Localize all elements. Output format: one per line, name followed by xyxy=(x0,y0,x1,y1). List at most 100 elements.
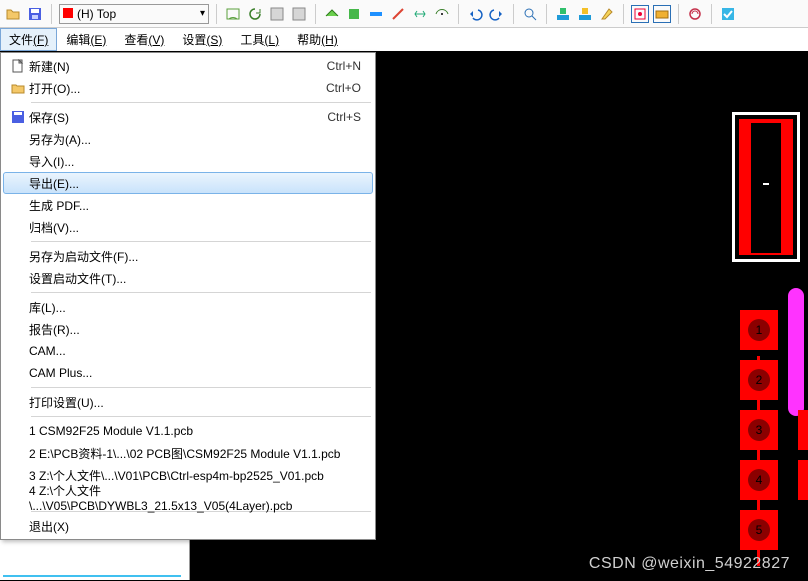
tool-icon[interactable] xyxy=(224,5,242,23)
save-icon xyxy=(11,110,25,124)
tool-icon[interactable] xyxy=(719,5,737,23)
tool-icon[interactable] xyxy=(554,5,572,23)
layer-swatch xyxy=(63,8,73,18)
tool-icon[interactable] xyxy=(433,5,451,23)
menu-view[interactable]: 查看(V) xyxy=(115,28,173,51)
menu-item-save-startup[interactable]: 另存为启动文件(F)... xyxy=(3,245,373,267)
toolbar-separator xyxy=(216,4,217,24)
tool-icon[interactable] xyxy=(323,5,341,23)
tool-icon[interactable] xyxy=(367,5,385,23)
pad-2[interactable]: 2 xyxy=(740,360,778,400)
menu-item-export[interactable]: 导出(E)... xyxy=(3,172,373,194)
menu-label: 文件 xyxy=(9,31,33,48)
tool-icon[interactable] xyxy=(411,5,429,23)
tool-icon[interactable] xyxy=(345,5,363,23)
chevron-down-icon: ▾ xyxy=(200,8,205,19)
tool-icon[interactable] xyxy=(598,5,616,23)
pad-3[interactable]: 3 xyxy=(740,410,778,450)
toolbar-separator xyxy=(678,4,679,24)
toolbar-separator xyxy=(315,4,316,24)
menu-tools[interactable]: 工具(L) xyxy=(231,28,288,51)
tool-icon[interactable] xyxy=(576,5,594,23)
pad-number: 1 xyxy=(748,319,770,341)
keepout-pill xyxy=(788,288,804,416)
menu-shortcut: Ctrl+N xyxy=(327,59,361,73)
menu-item-label: 库(L)... xyxy=(29,299,361,316)
toolbar-separator xyxy=(623,4,624,24)
menu-item-report[interactable]: 报告(R)... xyxy=(3,318,373,340)
menu-item-archive[interactable]: 归档(V)... xyxy=(3,216,373,238)
menu-item-set-startup[interactable]: 设置启动文件(T)... xyxy=(3,267,373,289)
menu-item-label: 导入(I)... xyxy=(29,153,361,170)
component-slot xyxy=(751,123,781,253)
pad-1[interactable]: 1 xyxy=(740,310,778,350)
menu-item-label: 打印设置(U)... xyxy=(29,394,361,411)
menu-item-label: 4 Z:\个人文件\...\V05\PCB\DYWBL3_21.5x13_V05… xyxy=(29,482,361,513)
menu-item-save[interactable]: 保存(S)Ctrl+S xyxy=(3,106,373,128)
pad-number: 2 xyxy=(748,369,770,391)
menu-separator xyxy=(31,387,371,388)
menu-item-save-as[interactable]: 另存为(A)... xyxy=(3,128,373,150)
undo-icon[interactable] xyxy=(466,5,484,23)
menu-setup[interactable]: 设置(S) xyxy=(173,28,231,51)
menu-item-label: 2 E:\PCB资料-1\...\02 PCB图\CSM92F25 Module… xyxy=(29,445,361,462)
menu-edit[interactable]: 编辑(E) xyxy=(57,28,115,51)
redo-icon[interactable] xyxy=(488,5,506,23)
menu-item-label: 另存为(A)... xyxy=(29,131,361,148)
menu-help[interactable]: 帮助(H) xyxy=(288,28,347,51)
menu-item-gen-pdf[interactable]: 生成 PDF... xyxy=(3,194,373,216)
menu-separator xyxy=(31,416,371,417)
tool-icon[interactable] xyxy=(290,5,308,23)
menubar: 文件(F) 编辑(E) 查看(V) 设置(S) 工具(L) 帮助(H) xyxy=(0,28,808,52)
pad-number: 5 xyxy=(748,519,770,541)
menu-item-label: 保存(S) xyxy=(29,109,327,126)
panel-divider xyxy=(3,575,181,577)
pad-4[interactable]: 4 xyxy=(740,460,778,500)
menu-item-library[interactable]: 库(L)... xyxy=(3,296,373,318)
save-icon[interactable] xyxy=(26,5,44,23)
layer-dropdown[interactable]: (H) Top ▾ xyxy=(59,4,209,24)
pad-5[interactable]: 5 xyxy=(740,510,778,550)
menu-item-label: 报告(R)... xyxy=(29,321,361,338)
menu-accel: (F) xyxy=(33,33,48,47)
tool-icon[interactable] xyxy=(389,5,407,23)
pin1-marker xyxy=(763,183,769,185)
file-menu-dropdown: 新建(N)Ctrl+N 打开(O)...Ctrl+O 保存(S)Ctrl+S 另… xyxy=(0,52,376,540)
menu-item-cam[interactable]: CAM... xyxy=(3,340,373,362)
menu-item-recent-2[interactable]: 2 E:\PCB资料-1\...\02 PCB图\CSM92F25 Module… xyxy=(3,442,373,464)
menu-item-import[interactable]: 导入(I)... xyxy=(3,150,373,172)
menu-label: 编辑 xyxy=(66,31,90,48)
menu-label: 工具 xyxy=(240,31,264,48)
menu-file[interactable]: 文件(F) xyxy=(0,28,57,51)
layer-label: (H) Top xyxy=(77,7,116,21)
menu-separator xyxy=(31,102,371,103)
menu-accel: (L) xyxy=(264,33,279,47)
menu-item-open[interactable]: 打开(O)...Ctrl+O xyxy=(3,77,373,99)
menu-shortcut: Ctrl+O xyxy=(326,81,361,95)
zoom-icon[interactable] xyxy=(521,5,539,23)
new-file-icon xyxy=(11,59,25,73)
menu-separator xyxy=(31,292,371,293)
tool-icon[interactable] xyxy=(268,5,286,23)
toolbar-separator xyxy=(546,4,547,24)
menu-item-new[interactable]: 新建(N)Ctrl+N xyxy=(3,55,373,77)
pad-edge xyxy=(798,410,808,450)
menu-item-label: CAM Plus... xyxy=(29,366,361,380)
open-icon[interactable] xyxy=(4,5,22,23)
menu-item-recent-4[interactable]: 4 Z:\个人文件\...\V05\PCB\DYWBL3_21.5x13_V05… xyxy=(3,486,373,508)
menu-item-label: 导出(E)... xyxy=(29,175,361,192)
tool-icon[interactable] xyxy=(653,5,671,23)
menu-label: 设置 xyxy=(182,31,206,48)
menu-item-label: 打开(O)... xyxy=(29,80,326,97)
toolbar-separator xyxy=(458,4,459,24)
menu-item-exit[interactable]: 退出(X) xyxy=(3,515,373,537)
menu-item-cam-plus[interactable]: CAM Plus... xyxy=(3,362,373,384)
menu-item-recent-1[interactable]: 1 CSM92F25 Module V1.1.pcb xyxy=(3,420,373,442)
tool-icon[interactable] xyxy=(686,5,704,23)
refresh-icon[interactable] xyxy=(246,5,264,23)
tool-icon[interactable] xyxy=(631,5,649,23)
toolbar-separator xyxy=(51,4,52,24)
toolbar-separator xyxy=(513,4,514,24)
open-folder-icon xyxy=(11,81,25,95)
menu-item-print[interactable]: 打印设置(U)... xyxy=(3,391,373,413)
